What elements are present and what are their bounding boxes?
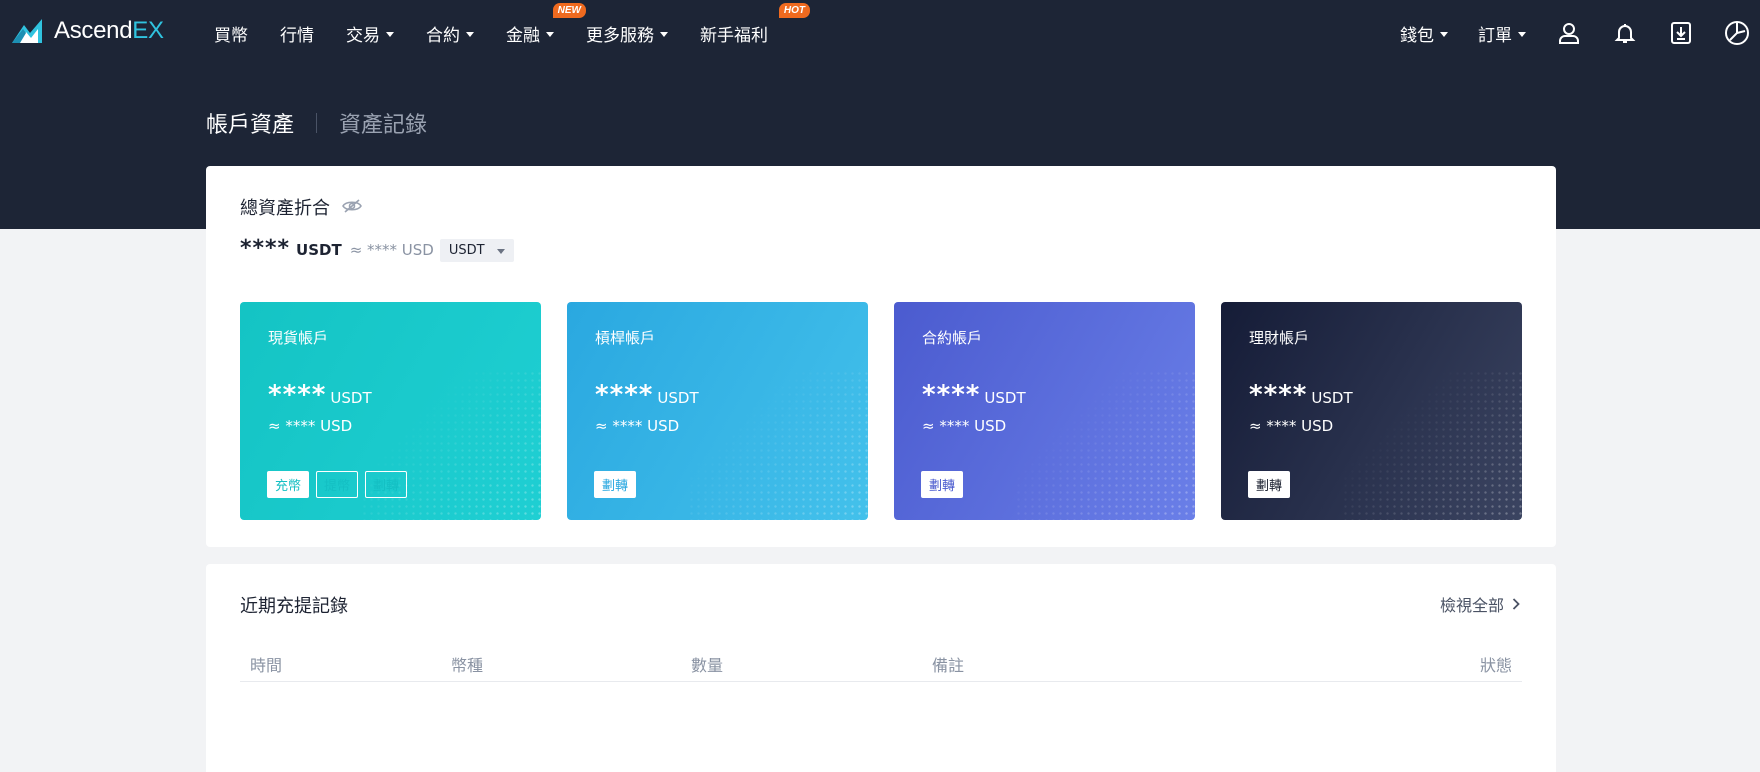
account-value: **** USDT — [1249, 380, 1353, 410]
account-value: **** USDT — [922, 380, 1026, 410]
account-title: 槓桿帳戶 — [595, 329, 656, 347]
recent-records-card: 近期充提記錄 檢視全部 時間 幣種 數量 備註 狀態 — [206, 564, 1556, 772]
account-value: **** USDT — [595, 380, 699, 410]
chevron-down-icon — [660, 31, 668, 37]
account-usd: ≈ **** USD — [1249, 417, 1334, 435]
nav-item-more-services[interactable]: 更多服務 — [586, 21, 668, 46]
account-actions: 劃轉 — [1248, 471, 1297, 498]
nav-menu: 買幣 行情 交易 合約 金融 NEW 更多服務 新手福利 HOT — [214, 0, 810, 66]
card-pattern — [1342, 370, 1522, 520]
column-header-remark: 備註 — [932, 656, 965, 675]
card-pattern — [1015, 370, 1195, 520]
futures-account-card[interactable]: 合約帳戶 **** USDT ≈ **** USD 劃轉 — [894, 302, 1195, 520]
account-actions: 充幣 提幣 劃轉 — [267, 471, 414, 498]
margin-account-card[interactable]: 槓桿帳戶 **** USDT ≈ **** USD 劃轉 — [567, 302, 868, 520]
account-value: **** USDT — [268, 380, 372, 410]
asset-tabs: 帳戶資產 資產記錄 — [206, 107, 427, 139]
total-assets-value: **** USDT ≈ **** USD USDT — [240, 236, 514, 263]
chevron-down-icon — [386, 31, 394, 37]
records-table-header: 時間 幣種 數量 備註 狀態 — [240, 642, 1522, 682]
account-usd: ≈ **** USD — [268, 417, 353, 435]
transfer-button[interactable]: 劃轉 — [594, 471, 637, 498]
unit-select[interactable]: USDT — [439, 239, 514, 262]
column-header-amount: 數量 — [691, 656, 724, 675]
tab-asset-records[interactable]: 資產記錄 — [339, 107, 427, 139]
nav-item-futures[interactable]: 合約 — [426, 21, 474, 46]
bell-icon[interactable] — [1612, 20, 1638, 46]
tab-account-assets[interactable]: 帳戶資產 — [206, 107, 294, 139]
deposit-button[interactable]: 充幣 — [267, 471, 310, 498]
transfer-button[interactable]: 劃轉 — [921, 471, 964, 498]
total-assets-label: 總資產折合 — [240, 194, 362, 220]
total-value: **** — [240, 236, 291, 261]
account-usd: ≈ **** USD — [922, 417, 1007, 435]
account-title: 理財帳戶 — [1249, 329, 1310, 347]
chevron-right-icon — [1512, 595, 1520, 614]
total-assets-title: 總資產折合 — [240, 198, 330, 219]
logo[interactable]: AscendEX — [12, 16, 164, 46]
spot-account-card[interactable]: 現貨帳戶 **** USDT ≈ **** USD 充幣 提幣 劃轉 — [240, 302, 541, 520]
transfer-button[interactable]: 劃轉 — [1248, 471, 1291, 498]
user-icon[interactable] — [1556, 20, 1582, 46]
chevron-down-icon — [546, 31, 554, 37]
nav-item-orders[interactable]: 訂單 — [1478, 21, 1526, 46]
column-header-time: 時間 — [250, 656, 283, 675]
globe-icon[interactable] — [1724, 20, 1750, 46]
download-icon[interactable] — [1668, 20, 1694, 46]
new-badge: NEW — [552, 2, 586, 18]
chevron-down-icon — [1518, 31, 1526, 37]
records-title: 近期充提記錄 — [240, 596, 348, 617]
card-pattern — [688, 370, 868, 520]
nav-right: 錢包 訂單 — [1400, 0, 1760, 66]
transfer-button[interactable]: 劃轉 — [365, 471, 408, 498]
nav-item-wallet[interactable]: 錢包 — [1400, 21, 1448, 46]
column-header-status: 狀態 — [1479, 656, 1512, 675]
logo-text: AscendEX — [54, 17, 164, 44]
nav-item-markets[interactable]: 行情 — [280, 21, 314, 46]
nav-item-buy-crypto[interactable]: 買幣 — [214, 21, 248, 46]
nav-item-newbie-rewards[interactable]: 新手福利 HOT — [700, 2, 810, 46]
account-title: 合約帳戶 — [922, 329, 983, 347]
hot-badge: HOT — [778, 2, 810, 18]
earn-account-card[interactable]: 理財帳戶 **** USDT ≈ **** USD 劃轉 — [1221, 302, 1522, 520]
account-actions: 劃轉 — [594, 471, 643, 498]
eye-hidden-icon[interactable] — [342, 197, 362, 218]
account-title: 現貨帳戶 — [268, 329, 329, 347]
nav-item-finance[interactable]: 金融 NEW — [506, 2, 586, 46]
asset-overview-card: 總資產折合 **** USDT ≈ **** USD USDT 現貨帳戶 ***… — [206, 166, 1556, 547]
total-unit: USDT — [296, 241, 342, 259]
account-actions: 劃轉 — [921, 471, 970, 498]
account-usd: ≈ **** USD — [595, 417, 680, 435]
view-all-link[interactable]: 檢視全部 — [1440, 592, 1520, 616]
chevron-down-icon — [466, 31, 474, 37]
top-nav: AscendEX 買幣 行情 交易 合約 金融 NEW 更多服務 新手福利 HOT … — [0, 0, 1760, 66]
chevron-down-icon — [1440, 31, 1448, 37]
total-approx-usd: ≈ **** USD — [349, 241, 434, 259]
tab-divider — [316, 113, 318, 133]
logo-mark-icon — [12, 19, 42, 43]
nav-item-trade[interactable]: 交易 — [346, 21, 394, 46]
withdraw-button[interactable]: 提幣 — [316, 471, 359, 498]
column-header-coin: 幣種 — [451, 656, 484, 675]
account-cards: 現貨帳戶 **** USDT ≈ **** USD 充幣 提幣 劃轉 槓桿帳戶 *… — [240, 302, 1522, 520]
chevron-down-icon — [496, 249, 505, 254]
